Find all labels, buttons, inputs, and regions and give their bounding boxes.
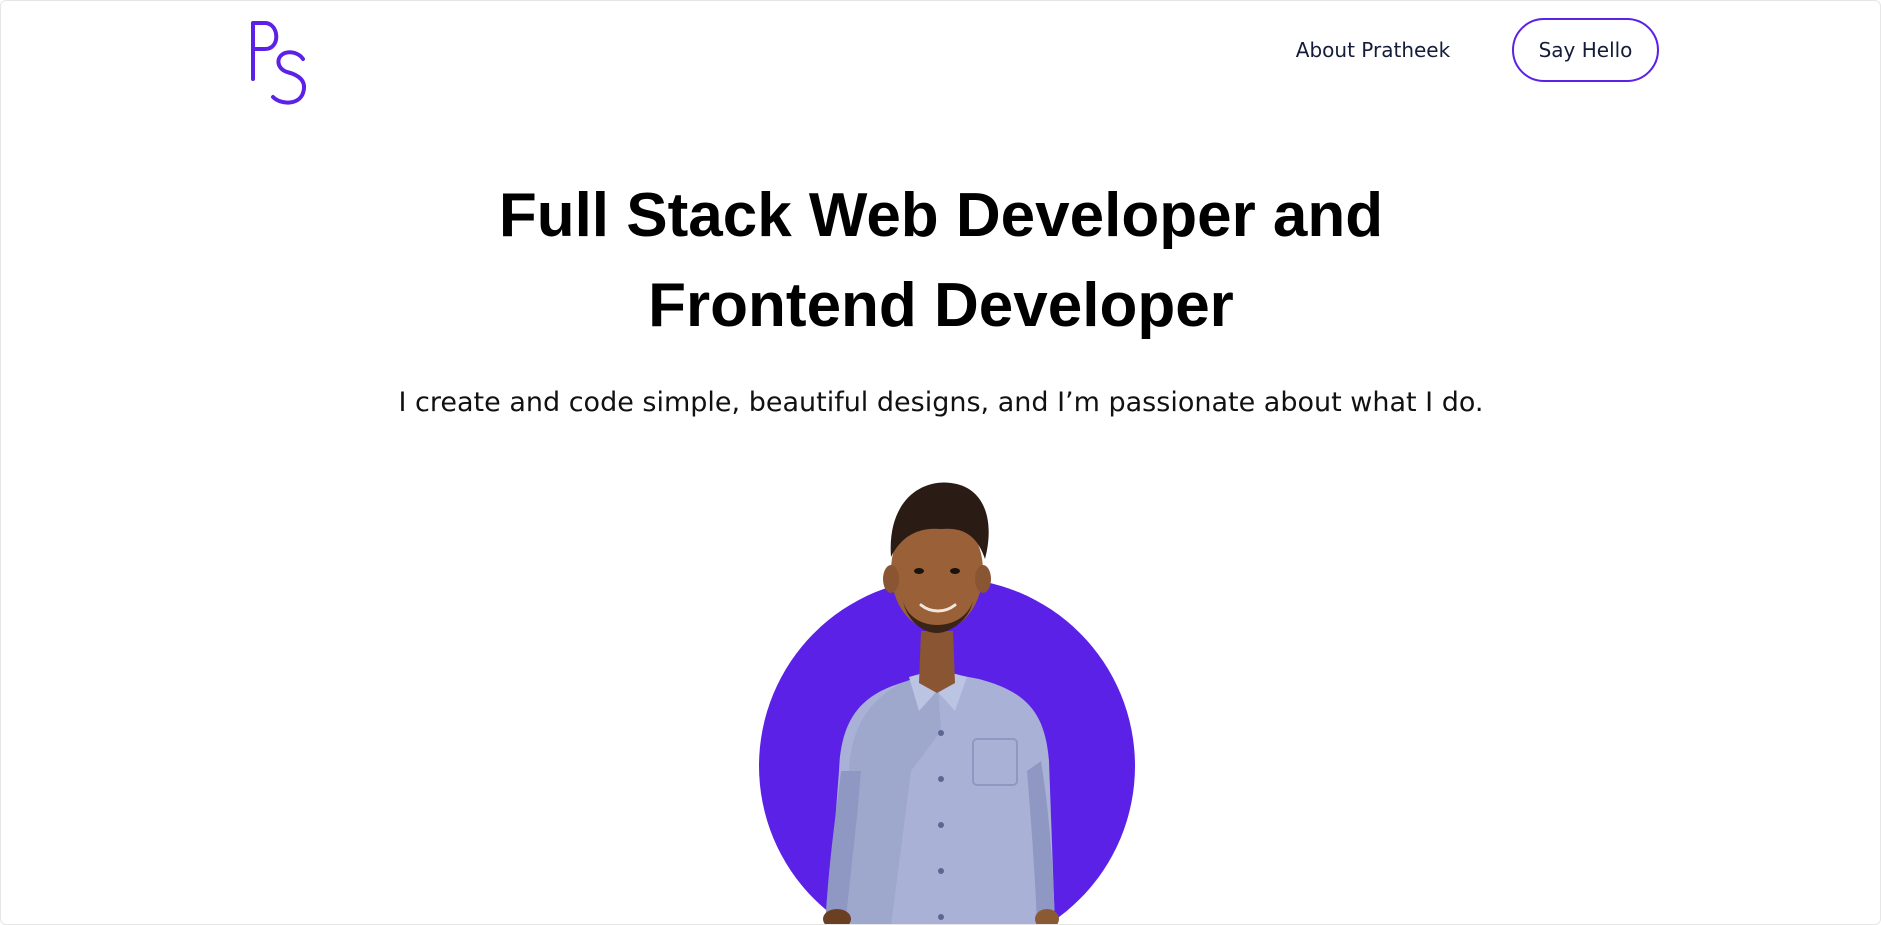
nav-about-link[interactable]: About Pratheek xyxy=(1293,35,1453,65)
hero-subtitle: I create and code simple, beautiful desi… xyxy=(398,387,1484,418)
page: About Pratheek Say Hello Full Stack Web … xyxy=(0,0,1881,925)
hero-title: Full Stack Web Developer and Frontend De… xyxy=(341,171,1541,351)
person-photo-icon xyxy=(759,482,1135,924)
hero-title-line1: Full Stack Web Developer and xyxy=(498,181,1384,250)
ps-logo-icon xyxy=(251,21,306,105)
avatar xyxy=(741,471,1161,924)
hero-title-line2: Frontend Developer xyxy=(648,271,1234,340)
say-hello-button[interactable]: Say Hello xyxy=(1512,18,1659,82)
ps-logo[interactable] xyxy=(247,19,311,107)
